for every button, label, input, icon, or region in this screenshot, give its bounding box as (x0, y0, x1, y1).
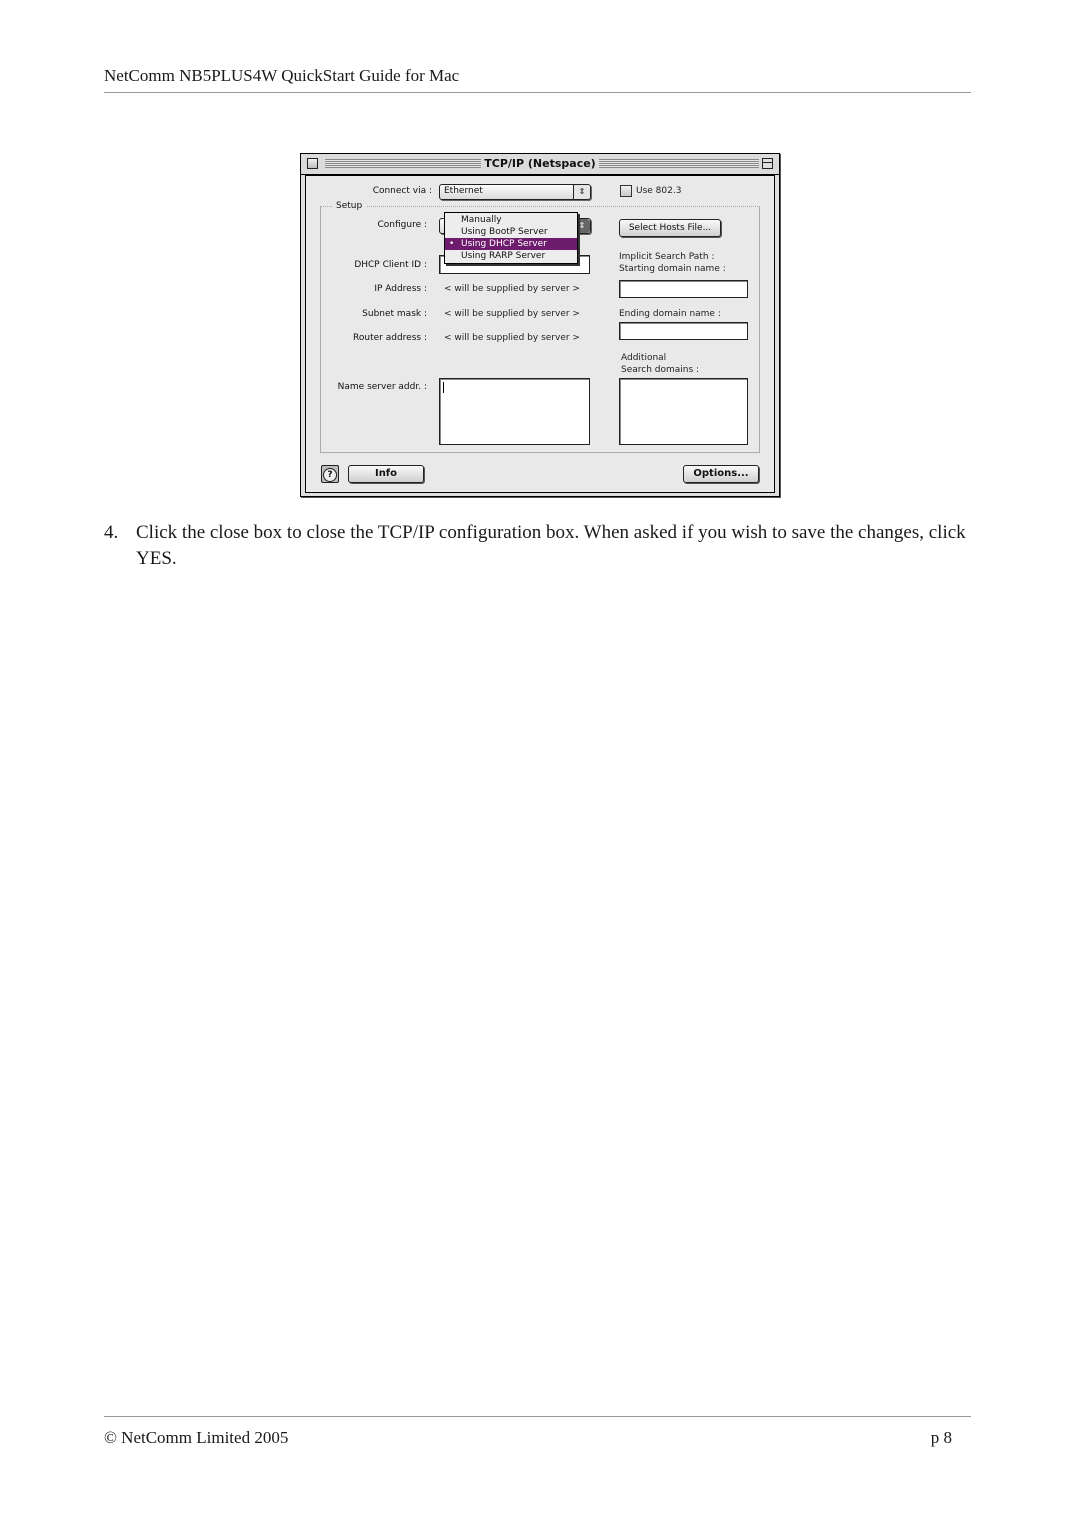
subnet-mask-value: < will be supplied by server > (444, 309, 580, 319)
ip-address-value: < will be supplied by server > (444, 284, 580, 294)
name-server-field[interactable] (439, 378, 590, 445)
footer-page-number: p 8 (930, 1428, 952, 1447)
info-button[interactable]: Info (348, 465, 424, 483)
connect-via-value: Ethernet (444, 186, 483, 196)
step-number: 4. (104, 522, 119, 543)
dhcp-client-id-label: DHCP Client ID : (354, 260, 427, 270)
footer-copyright: © NetComm Limited 2005 (104, 1428, 289, 1447)
popup-arrows-icon: ⇕ (573, 185, 590, 199)
implicit-search-path-label: Implicit Search Path : (619, 252, 715, 262)
configure-label: Configure : (377, 220, 427, 230)
subnet-mask-label: Subnet mask : (362, 309, 427, 319)
menu-item-rarp[interactable]: Using RARP Server (445, 250, 577, 262)
footer-rule (104, 1416, 971, 1417)
router-address-value: < will be supplied by server > (444, 333, 580, 343)
name-server-label: Name server addr. : (337, 382, 427, 392)
connect-via-popup[interactable]: Ethernet ⇕ (439, 184, 591, 200)
zoom-box-icon[interactable] (762, 158, 773, 169)
ip-address-label: IP Address : (374, 284, 427, 294)
ending-domain-label: Ending domain name : (619, 309, 721, 319)
title-bar[interactable]: TCP/IP (Netspace) (301, 154, 779, 175)
header-rule (104, 92, 971, 93)
tcpip-dialog-screenshot: TCP/IP (Netspace) Connect via : Ethernet… (300, 153, 780, 497)
close-box-icon[interactable] (307, 158, 318, 169)
starting-domain-field[interactable] (619, 280, 748, 298)
dialog-content: Connect via : Ethernet ⇕ Use 802.3 Setup… (305, 175, 775, 493)
use-8023-label: Use 802.3 (636, 186, 682, 196)
menu-item-manually[interactable]: Manually (445, 214, 577, 226)
options-button[interactable]: Options... (683, 465, 759, 483)
step-text: Click the close box to close the TCP/IP … (136, 522, 966, 569)
ending-domain-field[interactable] (619, 322, 748, 340)
text-caret (443, 382, 444, 393)
title-stripes-right (599, 159, 759, 168)
connect-via-label: Connect via : (372, 186, 432, 196)
configure-dropdown-menu: Manually Using BootP Server • Using DHCP… (444, 212, 578, 264)
help-icon: ? (323, 468, 337, 482)
menu-item-dhcp[interactable]: • Using DHCP Server (445, 238, 577, 250)
menu-item-dhcp-label: Using DHCP Server (461, 239, 547, 249)
starting-domain-label: Starting domain name : (619, 264, 726, 274)
router-address-label: Router address : (353, 333, 427, 343)
select-hosts-file-button[interactable]: Select Hosts File... (619, 219, 721, 237)
menu-item-bootp[interactable]: Using BootP Server (445, 226, 577, 238)
search-domains-field[interactable] (619, 378, 748, 445)
help-button[interactable]: ? (321, 465, 339, 483)
page-header: NetComm NB5PLUS4W QuickStart Guide for M… (104, 66, 460, 85)
selected-bullet-icon: • (449, 239, 455, 249)
use-8023-checkbox[interactable] (620, 185, 632, 197)
setup-group-label: Setup (332, 201, 367, 211)
title-stripes-left (325, 159, 481, 168)
dialog-title: TCP/IP (Netspace) (484, 157, 596, 170)
search-domains-label: Search domains : (621, 365, 700, 375)
additional-label: Additional (621, 353, 667, 363)
